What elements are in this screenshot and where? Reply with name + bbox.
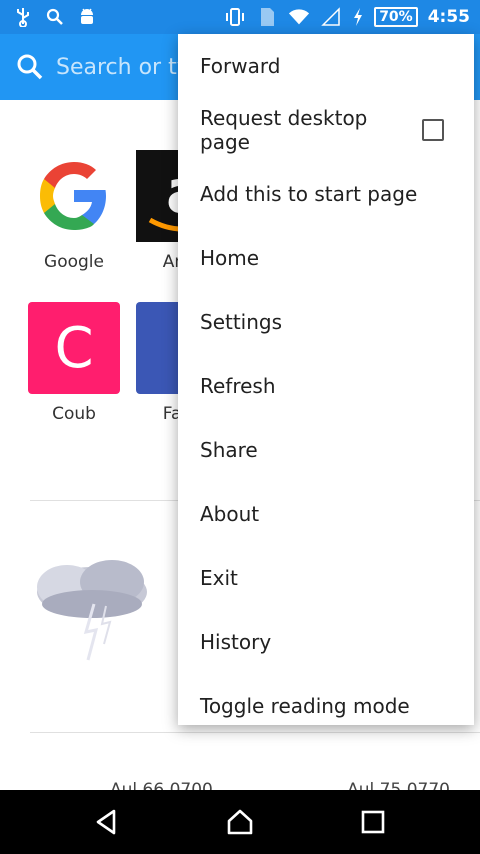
menu-item-label: Toggle reading mode: [200, 694, 410, 718]
coub-letter: C: [54, 315, 94, 381]
menu-item-exit[interactable]: Exit: [178, 546, 474, 610]
back-button[interactable]: [83, 798, 131, 846]
home-button[interactable]: [216, 798, 264, 846]
menu-item-history[interactable]: History: [178, 610, 474, 674]
overflow-menu: Forward Request desktop page Add this to…: [178, 34, 474, 725]
menu-item-share[interactable]: Share: [178, 418, 474, 482]
battery-indicator: 70%: [374, 7, 418, 27]
menu-item-label: Request desktop page: [200, 106, 368, 154]
menu-item-label: Settings: [200, 310, 283, 334]
menu-item-refresh[interactable]: Refresh: [178, 354, 474, 418]
recents-icon: [362, 810, 385, 834]
status-left: [12, 6, 98, 28]
android-icon: [76, 6, 98, 28]
menu-item-settings[interactable]: Settings: [178, 290, 474, 354]
menu-item-label: Forward: [200, 54, 281, 78]
menu-item-about[interactable]: About: [178, 482, 474, 546]
status-right: 70% 4:55: [224, 6, 470, 28]
tile-label: Google: [44, 252, 104, 272]
navigation-bar: [0, 790, 480, 854]
clock: 4:55: [427, 7, 470, 27]
menu-item-reading-mode[interactable]: Toggle reading mode: [178, 674, 474, 725]
vibrate-icon: [224, 6, 246, 28]
section-divider: [30, 732, 480, 733]
usb-icon: [12, 6, 34, 28]
menu-item-request-desktop[interactable]: Request desktop page: [178, 98, 474, 162]
menu-item-home[interactable]: Home: [178, 226, 474, 290]
coub-logo: C: [28, 302, 120, 394]
menu-item-label: History: [200, 630, 272, 654]
menu-item-forward[interactable]: Forward: [178, 34, 474, 98]
back-icon: [96, 809, 115, 835]
menu-item-label: Add this to start page: [200, 182, 418, 206]
storm-cloud-icon: [22, 552, 162, 676]
desktop-checkbox[interactable]: [422, 119, 444, 141]
tile-google[interactable]: Google: [26, 150, 122, 272]
charging-icon: [352, 6, 364, 28]
menu-item-label: Refresh: [200, 374, 276, 398]
recents-button[interactable]: [349, 798, 397, 846]
status-bar: 70% 4:55: [0, 0, 480, 34]
tile-coub[interactable]: C Coub: [26, 302, 122, 424]
menu-item-label: About: [200, 502, 260, 526]
wifi-icon: [288, 6, 310, 28]
sim-icon: [256, 6, 278, 28]
search-icon: [44, 6, 66, 28]
google-logo: [28, 150, 120, 242]
menu-item-label: Exit: [200, 566, 238, 590]
menu-item-label: Share: [200, 438, 258, 462]
tile-label: Coub: [52, 404, 96, 424]
menu-item-add-start-page[interactable]: Add this to start page: [178, 162, 474, 226]
signal-icon: [320, 6, 342, 28]
home-icon: [227, 809, 253, 835]
search-icon[interactable]: [14, 51, 46, 83]
menu-item-label: Home: [200, 246, 260, 270]
